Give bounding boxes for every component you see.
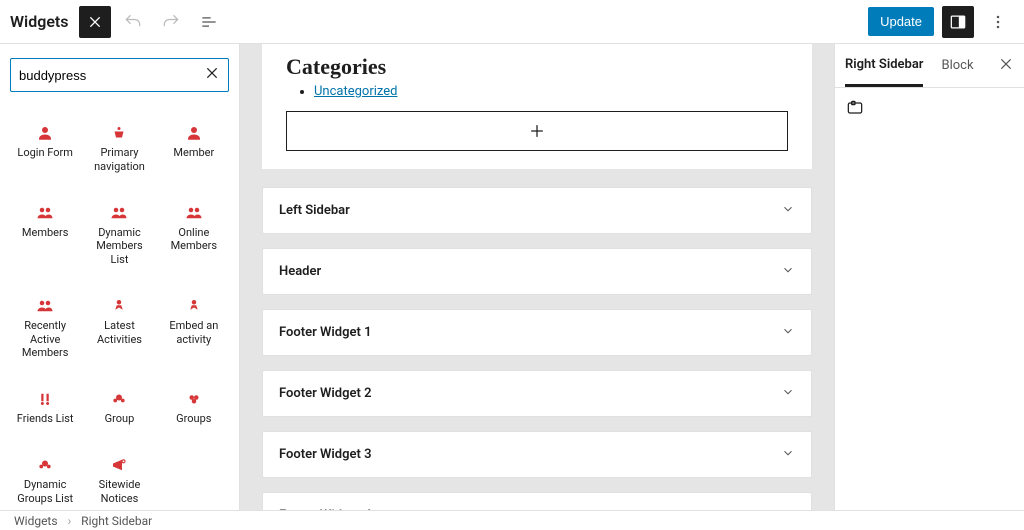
area-label: Footer Widget 1 bbox=[279, 325, 372, 340]
toolbar-left: Widgets bbox=[10, 6, 225, 38]
widget-area-icon bbox=[845, 107, 865, 122]
undo-button[interactable] bbox=[117, 6, 149, 38]
clear-search-icon[interactable] bbox=[204, 65, 220, 85]
search-input[interactable] bbox=[19, 68, 204, 83]
users-icon bbox=[12, 293, 78, 319]
area-label: Header bbox=[279, 264, 321, 279]
search-input-wrap[interactable] bbox=[10, 58, 229, 92]
widget-area-footer-widget-4[interactable]: Footer Widget 4 bbox=[262, 492, 812, 510]
more-options-button[interactable] bbox=[982, 6, 1014, 38]
block-label: Latest Activities bbox=[86, 319, 152, 347]
notice-icon bbox=[86, 452, 152, 478]
block-primary-navigation[interactable]: Primary navigation bbox=[84, 116, 154, 178]
sidebar-icon bbox=[948, 12, 968, 32]
user-icon bbox=[12, 120, 78, 146]
chevron-down-icon bbox=[781, 263, 795, 280]
block-label: Groups bbox=[161, 412, 227, 426]
block-dynamic-groups-list[interactable]: Dynamic Groups List bbox=[10, 448, 80, 510]
widget-area-footer-widget-3[interactable]: Footer Widget 3 bbox=[262, 431, 812, 478]
block-dynamic-members-list[interactable]: Dynamic Members List bbox=[84, 196, 154, 271]
settings-body bbox=[835, 88, 1024, 132]
plus-icon bbox=[527, 121, 547, 141]
block-label: Recently Active Members bbox=[12, 319, 78, 360]
block-label: Group bbox=[86, 412, 152, 426]
block-results-grid: Login Form Primary navigation Member Member… bbox=[10, 116, 229, 509]
close-settings-button[interactable] bbox=[998, 56, 1014, 76]
widget-area-header[interactable]: Header bbox=[262, 248, 812, 295]
block-sitewide-notices[interactable]: Sitewide Notices bbox=[84, 448, 154, 510]
tab-widget-area[interactable]: Right Sidebar bbox=[845, 45, 923, 87]
widget-heading: Categories bbox=[286, 54, 788, 80]
block-label: Embed an activity bbox=[161, 319, 227, 347]
users-icon bbox=[12, 200, 78, 226]
block-label: Dynamic Groups List bbox=[12, 478, 78, 506]
chevron-down-icon bbox=[781, 324, 795, 341]
editor-canvas: Categories Uncategorized Left Sidebar Hea… bbox=[240, 44, 834, 510]
category-link[interactable]: Uncategorized bbox=[314, 84, 397, 99]
close-inserter-button[interactable] bbox=[79, 6, 111, 38]
block-group[interactable]: Group bbox=[84, 382, 154, 430]
area-label: Left Sidebar bbox=[279, 203, 350, 218]
page-title: Widgets bbox=[10, 12, 69, 31]
block-label: Member bbox=[161, 146, 227, 160]
tab-block[interactable]: Block bbox=[941, 46, 973, 85]
area-label: Footer Widget 3 bbox=[279, 447, 372, 462]
settings-toggle-button[interactable] bbox=[942, 6, 974, 38]
block-groups[interactable]: Groups bbox=[159, 382, 229, 430]
area-label: Footer Widget 2 bbox=[279, 386, 372, 401]
breadcrumb-current[interactable]: Right Sidebar bbox=[81, 514, 152, 528]
block-embed-an-activity[interactable]: Embed an activity bbox=[159, 289, 229, 364]
users-icon bbox=[161, 200, 227, 226]
breadcrumb: Widgets › Right Sidebar bbox=[0, 510, 1024, 530]
settings-sidebar: Right Sidebar Block bbox=[834, 44, 1024, 510]
widget-area-footer-widget-2[interactable]: Footer Widget 2 bbox=[262, 370, 812, 417]
chevron-down-icon bbox=[781, 202, 795, 219]
friends-icon bbox=[12, 386, 78, 412]
right-sidebar-area: Categories Uncategorized bbox=[262, 44, 812, 169]
top-bar: Widgets Update bbox=[0, 0, 1024, 44]
block-latest-activities[interactable]: Latest Activities bbox=[84, 289, 154, 364]
update-button[interactable]: Update bbox=[868, 7, 934, 36]
widget-area-footer-widget-1[interactable]: Footer Widget 1 bbox=[262, 309, 812, 356]
nav-icon bbox=[86, 120, 152, 146]
block-label: Dynamic Members List bbox=[86, 226, 152, 267]
block-recently-active-members[interactable]: Recently Active Members bbox=[10, 289, 80, 364]
toolbar-right: Update bbox=[868, 6, 1014, 38]
block-login-form[interactable]: Login Form bbox=[10, 116, 80, 178]
groups-icon bbox=[161, 386, 227, 412]
close-icon bbox=[998, 56, 1014, 72]
block-label: Members bbox=[12, 226, 78, 240]
block-label: Primary navigation bbox=[86, 146, 152, 174]
block-online-members[interactable]: Online Members bbox=[159, 196, 229, 271]
group-icon bbox=[86, 386, 152, 412]
chevron-right-icon: › bbox=[68, 514, 72, 528]
block-label: Friends List bbox=[12, 412, 78, 426]
chevron-down-icon bbox=[781, 385, 795, 402]
block-inserter: Login Form Primary navigation Member Member… bbox=[0, 44, 240, 510]
list-view-icon bbox=[199, 12, 219, 32]
activity-icon bbox=[86, 293, 152, 319]
block-members[interactable]: Members bbox=[10, 196, 80, 271]
close-icon bbox=[87, 14, 103, 30]
block-label: Sitewide Notices bbox=[86, 478, 152, 506]
categories-list: Uncategorized bbox=[286, 84, 788, 99]
add-block-button[interactable] bbox=[286, 111, 788, 151]
block-friends-list[interactable]: Friends List bbox=[10, 382, 80, 430]
undo-icon bbox=[123, 12, 143, 32]
block-label: Login Form bbox=[12, 146, 78, 160]
settings-tabs: Right Sidebar Block bbox=[835, 44, 1024, 88]
widget-area-left-sidebar[interactable]: Left Sidebar bbox=[262, 187, 812, 234]
users-icon bbox=[86, 200, 152, 226]
redo-icon bbox=[161, 12, 181, 32]
block-member[interactable]: Member bbox=[159, 116, 229, 178]
group-icon bbox=[12, 452, 78, 478]
block-label: Online Members bbox=[161, 226, 227, 254]
kebab-icon bbox=[988, 12, 1008, 32]
redo-button[interactable] bbox=[155, 6, 187, 38]
user-icon bbox=[161, 120, 227, 146]
list-view-button[interactable] bbox=[193, 6, 225, 38]
breadcrumb-root[interactable]: Widgets bbox=[14, 514, 58, 528]
chevron-down-icon bbox=[781, 446, 795, 463]
activity-icon bbox=[161, 293, 227, 319]
